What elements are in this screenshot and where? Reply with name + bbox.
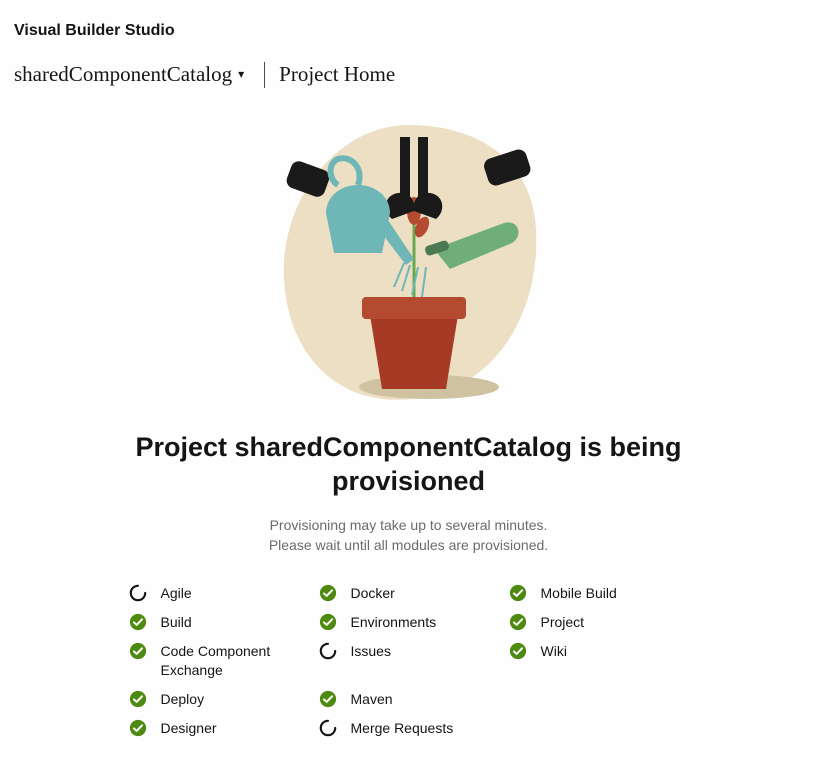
check-circle-icon: [319, 584, 337, 602]
breadcrumb-current: Project Home: [279, 62, 395, 87]
spinner-icon: [129, 584, 147, 602]
module-item: Build: [129, 612, 309, 631]
module-label: Wiki: [541, 641, 567, 660]
app-title: Visual Builder Studio: [0, 0, 817, 40]
check-circle-icon: [509, 613, 527, 631]
provisioning-subline-1: Provisioning may take up to several minu…: [269, 515, 548, 535]
provisioning-content: Project sharedComponentCatalog is being …: [0, 119, 817, 737]
module-item: Wiki: [509, 641, 689, 678]
provisioning-subtext: Provisioning may take up to several minu…: [269, 515, 548, 556]
breadcrumb-separator: [264, 62, 265, 88]
check-circle-icon: [509, 584, 527, 602]
module-label: Docker: [351, 583, 395, 602]
provisioning-heading: Project sharedComponentCatalog is being …: [129, 431, 689, 499]
module-label: Maven: [351, 689, 393, 708]
module-label: Agile: [161, 583, 192, 602]
module-label: Designer: [161, 718, 217, 737]
module-label: Mobile Build: [541, 583, 617, 602]
module-label: Build: [161, 612, 192, 631]
module-label: Code Component Exchange: [161, 641, 309, 678]
check-circle-icon: [129, 642, 147, 660]
project-dropdown[interactable]: sharedComponentCatalog ▾: [8, 60, 250, 89]
check-circle-icon: [129, 690, 147, 708]
module-label: Environments: [351, 612, 437, 631]
module-item: Maven: [319, 689, 499, 708]
module-label: Issues: [351, 641, 391, 660]
module-label: Deploy: [161, 689, 205, 708]
check-circle-icon: [129, 613, 147, 631]
module-item: Designer: [129, 718, 309, 737]
check-circle-icon: [319, 690, 337, 708]
check-circle-icon: [319, 613, 337, 631]
module-item: Project: [509, 612, 689, 631]
module-item: Code Component Exchange: [129, 641, 309, 678]
project-name: sharedComponentCatalog: [14, 62, 232, 87]
modules-grid: Agile Build Code Component Exchange Deploy D…: [129, 583, 689, 737]
module-item: Issues: [319, 641, 499, 678]
check-circle-icon: [129, 719, 147, 737]
check-circle-icon: [509, 642, 527, 660]
breadcrumb: sharedComponentCatalog ▾ Project Home: [0, 40, 817, 89]
module-label: Merge Requests: [351, 718, 454, 737]
spinner-icon: [319, 642, 337, 660]
module-item: Deploy: [129, 689, 309, 708]
spinner-icon: [319, 719, 337, 737]
module-label: Project: [541, 612, 585, 631]
module-item: Environments: [319, 612, 499, 631]
module-item: Mobile Build: [509, 583, 689, 602]
module-item: Merge Requests: [319, 718, 499, 737]
module-item: Docker: [319, 583, 499, 602]
provisioning-subline-2: Please wait until all modules are provis…: [269, 535, 548, 555]
caret-down-icon: ▾: [238, 67, 244, 82]
planting-illustration: [274, 119, 544, 409]
module-item: Agile: [129, 583, 309, 602]
